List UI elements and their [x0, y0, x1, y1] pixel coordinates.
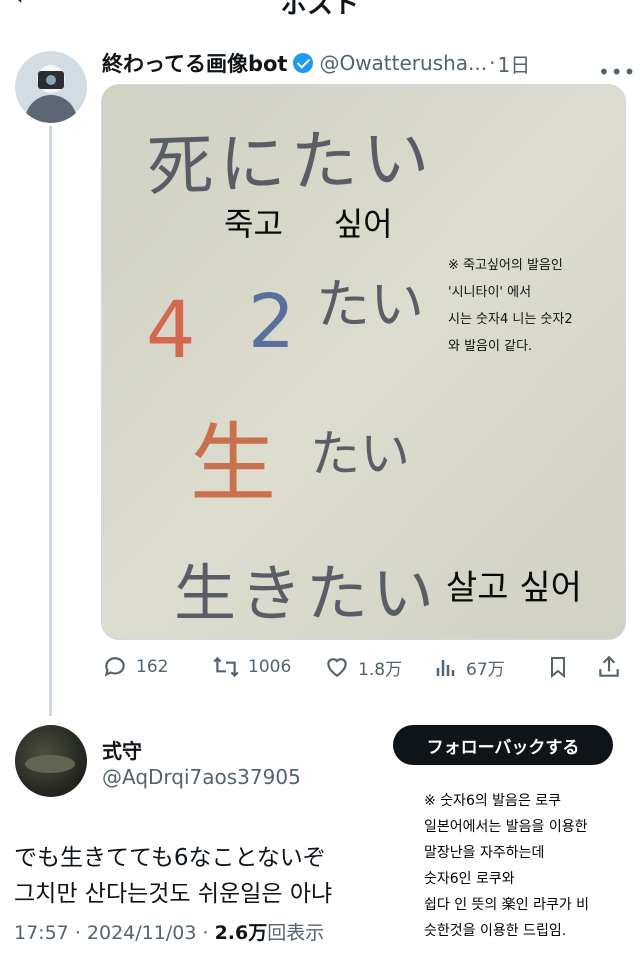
author-name[interactable]: 式守: [102, 735, 142, 764]
post-text: でも生きてても6なことないぞ 그치만 산다는것도 쉬운일은 아냐: [14, 845, 333, 907]
handwriting-line2-rest: たい: [316, 273, 424, 336]
note-line-3: 시는 숫자4 니는 숫자2: [448, 312, 573, 327]
repost-icon: [213, 656, 239, 678]
author-handle[interactable]: @AqDrqi7aos37905: [102, 765, 301, 789]
handwriting-kanji-life: 生: [190, 414, 276, 514]
share-icon: [599, 655, 619, 677]
separator-dot: ·: [202, 922, 209, 944]
separator-dot: ·: [74, 922, 81, 944]
views-count: 67万: [466, 659, 505, 680]
views-icon: [436, 660, 455, 676]
follow-back-button[interactable]: フォローバックする: [393, 725, 613, 765]
overlay-text-line1: 죽고 싶어: [224, 205, 393, 243]
note-line-1: ※ 죽고싶어의 발음인: [448, 258, 563, 273]
views-label: 回表示: [267, 922, 325, 944]
handwriting-num4: 4: [146, 286, 196, 376]
handwriting-photo: 死にたい 죽고 싶어 4 2 たい ※ 죽고싶어의 발음인 '시니타이' 에서 …: [102, 85, 625, 639]
post-header: 終わってる画像bot @Owatterusha... · 1日: [102, 48, 530, 78]
reply-button[interactable]: 162: [102, 650, 168, 684]
post-image[interactable]: 死にたい 죽고 싶어 4 2 たい ※ 죽고싶어의 발음인 '시니타이' 에서 …: [101, 84, 626, 640]
handwriting-num2: 2: [248, 279, 295, 365]
author-name[interactable]: 終わってる画像bot: [102, 48, 287, 78]
share-button[interactable]: [596, 650, 630, 684]
bookmark-button[interactable]: [546, 650, 578, 684]
page-title: ポスト: [280, 0, 359, 20]
post-date[interactable]: 2024/11/03: [87, 922, 197, 944]
bookmark-icon: [551, 657, 565, 679]
more-options-icon[interactable]: •••: [598, 60, 636, 84]
thread-line: [49, 126, 52, 716]
verified-badge-icon: [293, 53, 314, 73]
reply-icon: [104, 657, 125, 677]
korean-note: ※ 숫자6의 발음은 로쿠 일본어에서는 발음을 이용한 말장난을 자주하는데 …: [424, 793, 590, 939]
repost-count: 1006: [248, 657, 292, 677]
views-count: 2.6万: [214, 922, 268, 944]
author-handle[interactable]: @Owatterusha...: [319, 51, 487, 75]
handwriting-line1: 死にたい: [146, 119, 437, 206]
heart-icon: [327, 658, 347, 677]
camera-icon: [38, 71, 64, 89]
repost-button[interactable]: 1006: [212, 650, 291, 684]
top-bar: ‹ ポスト: [0, 0, 640, 20]
separator-dot: ·: [489, 51, 496, 75]
avatar-shape: [25, 755, 75, 773]
reply-count: 162: [136, 657, 169, 677]
post-meta: 17:57 · 2024/11/03 · 2.6万回表示: [14, 918, 324, 945]
post-time[interactable]: 1日: [497, 49, 530, 78]
post-time[interactable]: 17:57: [14, 922, 69, 944]
avatar[interactable]: [15, 725, 87, 797]
avatar-body: [25, 95, 77, 123]
avatar[interactable]: [15, 51, 87, 123]
note-line-4: 와 발음이 같다.: [448, 339, 532, 354]
handwriting-line4: 生きたい: [174, 557, 438, 630]
like-count: 1.8万: [358, 659, 403, 680]
post-actions: 162 1006 1.8万 67万: [100, 650, 630, 684]
overlay-text-line4: 살고 싶어: [446, 568, 582, 608]
handwriting-line3-rest: たい: [310, 425, 410, 483]
like-button[interactable]: 1.8万: [324, 650, 402, 684]
note-line-2: '시니타이' 에서: [448, 285, 531, 300]
views-button[interactable]: 67万: [434, 650, 505, 684]
